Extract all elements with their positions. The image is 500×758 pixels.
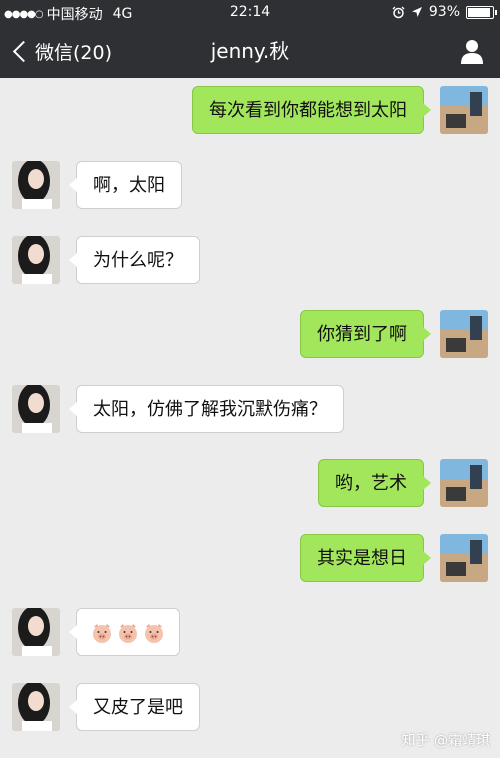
message-text: 啊，太阳 <box>93 175 165 196</box>
back-button[interactable]: 微信(20) <box>10 24 112 78</box>
message-row: 每次看到你都能想到太阳 <box>0 86 500 136</box>
received-message-bubble[interactable]: 又皮了是吧 <box>69 683 200 731</box>
message-text: 其实是想日 <box>317 548 407 569</box>
message-text: 哟，艺术 <box>335 473 407 494</box>
message-row <box>0 608 500 658</box>
received-message-bubble[interactable]: 啊，太阳 <box>69 161 182 209</box>
sent-message-bubble[interactable]: 每次看到你都能想到太阳 <box>192 86 431 134</box>
my-avatar[interactable] <box>440 310 488 358</box>
received-message-bubble[interactable]: 太阳，仿佛了解我沉默伤痛？ <box>69 385 344 433</box>
message-row: 又皮了是吧 <box>0 683 500 733</box>
contact-avatar[interactable] <box>12 683 60 731</box>
message-row: 你猜到了啊 <box>0 310 500 360</box>
location-arrow-icon <box>411 7 422 17</box>
pig-face-icon <box>119 624 137 643</box>
contact-avatar[interactable] <box>12 385 60 433</box>
battery-icon <box>466 5 497 19</box>
message-text: 又皮了是吧 <box>93 697 183 718</box>
message-row: 为什么呢？ <box>0 236 500 286</box>
received-message-bubble[interactable]: 为什么呢？ <box>69 236 200 284</box>
contact-avatar[interactable] <box>12 608 60 656</box>
sent-message-bubble[interactable]: 哟，艺术 <box>318 459 431 507</box>
message-text: 你猜到了啊 <box>317 324 407 345</box>
status-right: 93% <box>392 4 497 20</box>
watermark: 知乎 @霜靖琪 <box>401 733 490 749</box>
battery-fill <box>468 7 491 17</box>
my-avatar[interactable] <box>440 86 488 134</box>
received-message-bubble[interactable] <box>69 608 180 656</box>
sent-message-bubble[interactable]: 你猜到了啊 <box>300 310 431 358</box>
alarm-icon <box>392 6 405 18</box>
message-text: 为什么呢？ <box>93 250 183 271</box>
pig-face-icon <box>93 624 111 643</box>
contact-profile-icon[interactable] <box>460 38 484 64</box>
nav-bar: jenny.秋 微信(20) <box>0 24 500 78</box>
status-bar: ●●●●○ 中国移动 4G 22:14 93% <box>0 0 500 24</box>
message-row: 啊，太阳 <box>0 161 500 211</box>
sent-message-bubble[interactable]: 其实是想日 <box>300 534 431 582</box>
contact-avatar[interactable] <box>12 161 60 209</box>
chevron-left-icon <box>12 40 35 62</box>
back-label: 微信(20) <box>35 41 113 64</box>
message-text: 每次看到你都能想到太阳 <box>209 100 407 121</box>
message-row: 太阳，仿佛了解我沉默伤痛？ <box>0 385 500 435</box>
message-text: 太阳，仿佛了解我沉默伤痛？ <box>93 399 327 420</box>
battery-percent: 93% <box>428 4 460 20</box>
message-row: 其实是想日 <box>0 534 500 584</box>
contact-avatar[interactable] <box>12 236 60 284</box>
pig-face-icon <box>145 624 163 643</box>
my-avatar[interactable] <box>440 534 488 582</box>
my-avatar[interactable] <box>440 459 488 507</box>
message-row: 哟，艺术 <box>0 459 500 509</box>
